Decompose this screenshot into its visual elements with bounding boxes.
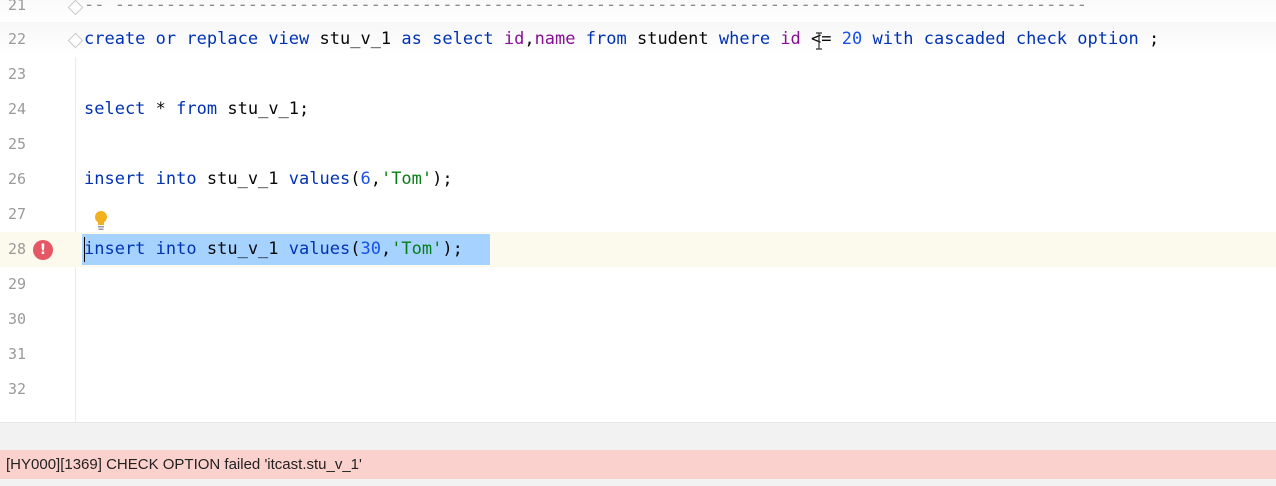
sql-statement: insert into stu_v_1 values(6,'Tom');	[84, 169, 453, 189]
line-number: 24	[7, 100, 26, 118]
code-line-29[interactable]: 29	[0, 267, 1276, 302]
comment-text: -- -------------------------------------…	[84, 0, 1088, 15]
line-number: 26	[7, 170, 26, 188]
line-number: 30	[7, 310, 26, 328]
line-number: 31	[7, 345, 26, 363]
code-editor[interactable]: 21 -- ----------------------------------…	[0, 0, 1276, 422]
text-caret	[84, 237, 85, 262]
sql-statement: insert into stu_v_1 values(30,'Tom');	[84, 239, 463, 259]
line-number: 32	[7, 380, 26, 398]
code-line-32[interactable]: 32	[0, 372, 1276, 407]
code-line-21[interactable]: 21 -- ----------------------------------…	[0, 0, 1276, 23]
code-line-26[interactable]: 26 insert into stu_v_1 values(6,'Tom');	[0, 162, 1276, 197]
code-line-27[interactable]: 27	[0, 197, 1276, 232]
line-number: 28	[7, 240, 26, 258]
error-icon[interactable]: !	[33, 240, 53, 260]
code-line-22[interactable]: 22 create or replace view stu_v_1 as sel…	[0, 22, 1276, 57]
sql-statement: create or replace view stu_v_1 as select…	[84, 29, 1160, 49]
code-line-30[interactable]: 30	[0, 302, 1276, 337]
editor-bottom-area	[0, 422, 1276, 451]
lightbulb-icon[interactable]	[93, 210, 109, 232]
line-number: 27	[7, 205, 26, 223]
error-message-bar: [HY000][1369] CHECK OPTION failed 'itcas…	[0, 450, 1276, 479]
sql-statement: select * from stu_v_1;	[84, 99, 310, 119]
line-number: 21	[7, 0, 26, 14]
code-line-23[interactable]: 23	[0, 57, 1276, 92]
line-number: 23	[7, 65, 26, 83]
code-line-31[interactable]: 31	[0, 337, 1276, 372]
line-number: 25	[7, 135, 26, 153]
bottom-strip	[0, 479, 1276, 486]
code-line-24[interactable]: 24 select * from stu_v_1;	[0, 92, 1276, 127]
code-line-28[interactable]: 28 ! insert into stu_v_1 values(30,'Tom'…	[0, 232, 1276, 267]
code-line-25[interactable]: 25	[0, 127, 1276, 162]
line-number: 22	[7, 30, 26, 48]
mouse-ibeam-cursor-icon	[816, 32, 822, 50]
line-number: 29	[7, 275, 26, 293]
